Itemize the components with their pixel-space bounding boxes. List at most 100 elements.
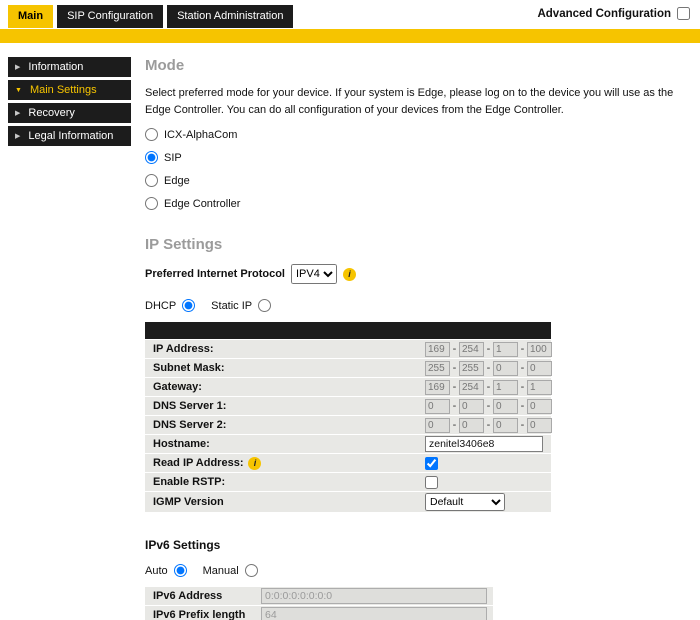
octet-separator: -	[452, 362, 457, 374]
octet-separator: -	[452, 400, 457, 412]
igmp-version-select[interactable]: Default	[425, 493, 505, 511]
table-row: Hostname:	[145, 435, 551, 453]
manual-label: Manual	[203, 565, 239, 577]
sidebar-item-legal-information[interactable]: ▶ Legal Information	[8, 126, 131, 146]
ip-octet-input	[493, 399, 518, 414]
ip-octet-input	[425, 418, 450, 433]
edge-radio[interactable]	[145, 174, 158, 187]
chevron-down-icon: ▼	[15, 87, 22, 94]
octet-separator: -	[520, 362, 525, 374]
radio-label: SIP	[164, 152, 182, 164]
row-label: IPv6 Address	[153, 590, 261, 602]
row-label: DNS Server 1:	[153, 400, 425, 412]
ip-octet-input	[493, 418, 518, 433]
ipv6-address-input	[261, 588, 487, 604]
auto-label: Auto	[145, 565, 168, 577]
table-row: IPv6 Prefix length	[145, 606, 493, 620]
octet-separator: -	[486, 381, 491, 393]
mode-option-sip[interactable]: SIP	[145, 151, 182, 164]
ip-octet-input	[527, 342, 552, 357]
ip-octet-input	[493, 342, 518, 357]
row-label: IGMP Version	[153, 496, 425, 508]
advanced-configuration-checkbox[interactable]	[677, 7, 690, 20]
auto-radio[interactable]	[174, 564, 187, 577]
advanced-configuration-label: Advanced Configuration	[537, 8, 671, 20]
ipv6-settings-table: IPv6 Address IPv6 Prefix length IPv6 DNS…	[145, 587, 493, 620]
ip-octet-input	[459, 361, 484, 376]
mode-description: Select preferred mode for your device. I…	[145, 85, 692, 118]
ip-octet-input	[425, 380, 450, 395]
octet-separator: -	[486, 362, 491, 374]
octet-separator: -	[520, 419, 525, 431]
sidebar: ▶ Information ▼ Main Settings ▶ Recovery…	[8, 57, 131, 620]
top-bar: Main SIP Configuration Station Administr…	[0, 0, 700, 29]
ip-octet-input	[459, 342, 484, 357]
info-icon[interactable]: i	[248, 457, 261, 470]
dhcp-label: DHCP	[145, 300, 176, 312]
sidebar-item-label: Information	[28, 61, 83, 73]
row-label: IPv6 Prefix length	[153, 609, 261, 620]
octet-separator: -	[486, 400, 491, 412]
ip-octet-input	[425, 342, 450, 357]
octet-separator: -	[520, 343, 525, 355]
tab-sip-configuration[interactable]: SIP Configuration	[57, 5, 163, 28]
octet-separator: -	[452, 343, 457, 355]
tab-station-administration[interactable]: Station Administration	[167, 5, 293, 28]
main-tabs: Main SIP Configuration Station Administr…	[8, 5, 293, 28]
ip-octet-input	[527, 361, 552, 376]
octet-separator: -	[452, 419, 457, 431]
table-row: IGMP Version Default	[145, 492, 551, 512]
radio-label: ICX-AlphaCom	[164, 129, 237, 141]
sidebar-item-main-settings[interactable]: ▼ Main Settings	[8, 80, 131, 100]
table-header-bar	[145, 322, 551, 339]
protocol-label: Preferred Internet Protocol	[145, 268, 285, 280]
sip-radio[interactable]	[145, 151, 158, 164]
sidebar-item-label: Recovery	[28, 107, 74, 119]
static-ip-radio[interactable]	[258, 299, 271, 312]
sidebar-item-label: Main Settings	[30, 84, 97, 96]
octet-separator: -	[520, 400, 525, 412]
ip-octet-input	[493, 380, 518, 395]
ip-octet-input	[527, 399, 552, 414]
tab-main[interactable]: Main	[8, 5, 53, 28]
table-row: IP Address: ---	[145, 340, 551, 358]
octet-separator: -	[452, 381, 457, 393]
mode-option-edge[interactable]: Edge	[145, 174, 190, 187]
table-row: Enable RSTP:	[145, 473, 551, 491]
mode-option-icx-alphacom[interactable]: ICX-AlphaCom	[145, 128, 237, 141]
dhcp-static-toggle: DHCP Static IP	[145, 299, 692, 312]
hostname-input[interactable]	[425, 436, 543, 452]
protocol-select[interactable]: IPV4	[291, 264, 337, 284]
table-row: Gateway: ---	[145, 378, 551, 396]
dhcp-radio[interactable]	[182, 299, 195, 312]
octet-separator: -	[486, 419, 491, 431]
read-ip-address-checkbox[interactable]	[425, 457, 438, 470]
ip-octet-input	[527, 418, 552, 433]
mode-title: Mode	[145, 57, 692, 74]
sidebar-item-recovery[interactable]: ▶ Recovery	[8, 103, 131, 123]
edge-controller-radio[interactable]	[145, 197, 158, 210]
table-row: DNS Server 1: - - -	[145, 397, 551, 415]
octet-separator: -	[520, 381, 525, 393]
ipv4-settings-table: IP Address: --- Subnet Mask: --- Gateway…	[145, 340, 551, 512]
ipv6-prefix-length-input	[261, 607, 487, 620]
ip-octet-input	[493, 361, 518, 376]
chevron-right-icon: ▶	[15, 109, 20, 117]
table-row: Subnet Mask: ---	[145, 359, 551, 377]
enable-rstp-checkbox[interactable]	[425, 476, 438, 489]
main-content: Mode Select preferred mode for your devi…	[145, 57, 692, 620]
radio-label: Edge Controller	[164, 198, 240, 210]
ip-octet-input	[527, 380, 552, 395]
radio-label: Edge	[164, 175, 190, 187]
ip-octet-input	[459, 399, 484, 414]
info-icon[interactable]: i	[343, 268, 356, 281]
ip-octet-input	[459, 380, 484, 395]
icx-alphacom-radio[interactable]	[145, 128, 158, 141]
manual-radio[interactable]	[245, 564, 258, 577]
sidebar-item-information[interactable]: ▶ Information	[8, 57, 131, 77]
row-label: Read IP Address:	[153, 457, 243, 469]
table-row: IPv6 Address	[145, 587, 493, 605]
mode-option-edge-controller[interactable]: Edge Controller	[145, 197, 240, 210]
accent-bar	[0, 29, 700, 43]
sidebar-item-label: Legal Information	[28, 130, 113, 142]
